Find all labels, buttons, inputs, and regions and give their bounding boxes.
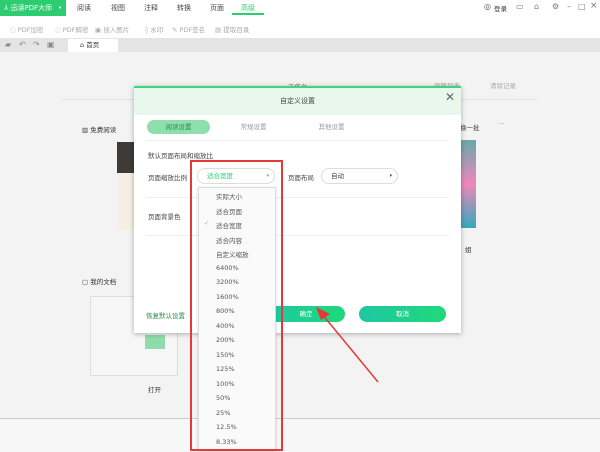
arrow-annotation: [316, 307, 379, 383]
arrow-line: [321, 313, 379, 383]
arrow-head: [316, 307, 330, 320]
